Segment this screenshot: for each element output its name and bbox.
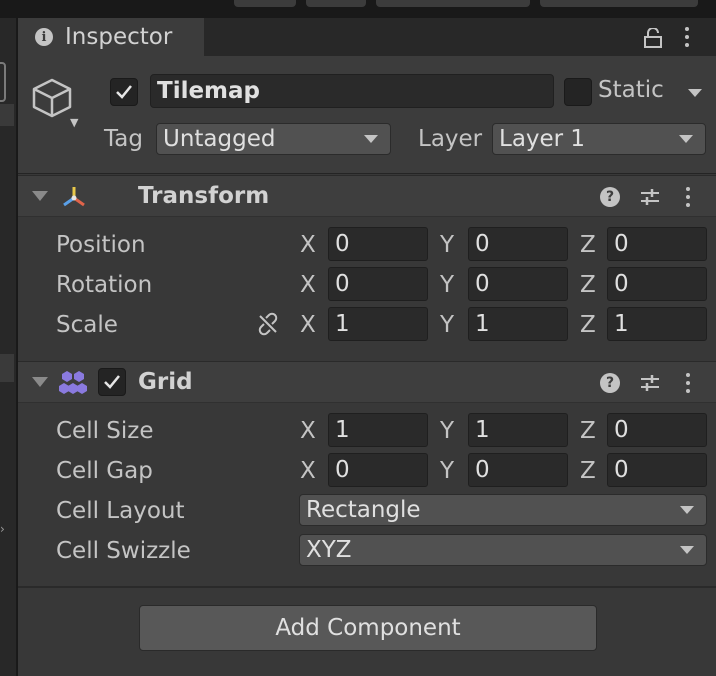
scale-y-field[interactable]: 1 [468,307,568,341]
cell-gap-y-field[interactable]: 0 [468,453,568,487]
axis-x-label: X [300,312,316,338]
axis-z-label: Z [580,418,596,444]
chevron-down-icon [680,546,694,554]
chevron-down-icon [679,135,693,143]
scale-z-field[interactable]: 1 [607,307,707,341]
tab-inspector-label: Inspector [65,24,173,50]
cell-gap-label: Cell Gap [56,458,153,484]
inspector-tab-bar: i Inspector [18,18,716,56]
cell-gap-z-field[interactable]: 0 [607,453,707,487]
chevron-down-icon [364,135,378,143]
axis-y-label: Y [440,272,455,298]
constrain-proportions-icon[interactable] [256,312,280,336]
left-panel-row[interactable] [0,104,14,126]
rotation-z-field[interactable]: 0 [607,267,707,301]
rotation-y-field[interactable]: 0 [468,267,568,301]
layer-dropdown[interactable]: Layer 1 [492,123,706,155]
foldout-arrow-icon[interactable] [32,377,48,387]
grid-title: Grid [138,369,193,395]
rotation-x-field[interactable]: 0 [328,267,428,301]
cell-size-z-field[interactable]: 0 [607,413,707,447]
lock-icon[interactable] [644,28,662,48]
position-label: Position [56,232,146,258]
axis-x-label: X [300,232,316,258]
active-checkbox[interactable] [110,78,138,106]
position-x-field[interactable]: 0 [328,227,428,261]
axis-z-label: Z [580,312,596,338]
cell-swizzle-label: Cell Swizzle [56,538,191,564]
toolbar-button[interactable] [234,0,296,7]
cell-size-y-field[interactable]: 1 [468,413,568,447]
cell-layout-dropdown[interactable]: Rectangle [299,494,707,526]
static-dropdown-caret[interactable] [688,89,702,97]
cell-layout-label: Cell Layout [56,498,185,524]
axis-z-label: Z [580,232,596,258]
axis-x-label: X [300,418,316,444]
scale-x-field[interactable]: 1 [328,307,428,341]
cube-icon[interactable] [30,76,74,120]
left-panel-row[interactable] [0,354,14,382]
axis-y-label: Y [440,232,455,258]
kebab-menu-icon[interactable] [685,27,689,47]
component-separator [18,586,716,588]
inspector-content: ▼ Tilemap Static Tag Untagged Layer Laye… [18,56,716,676]
gameobject-name-field[interactable]: Tilemap [150,74,554,108]
scale-label: Scale [56,312,118,338]
cell-gap-x-field[interactable]: 0 [328,453,428,487]
grid-header[interactable]: Grid ? [18,361,716,403]
transform-title: Transform [138,183,270,209]
foldout-arrow-icon[interactable] [32,191,48,201]
cell-size-x-field[interactable]: 1 [328,413,428,447]
kebab-menu-icon[interactable] [686,187,690,207]
cell-size-label: Cell Size [56,418,154,444]
cell-swizzle-dropdown[interactable]: XYZ [299,534,707,566]
toolbar-button[interactable] [376,0,530,7]
help-icon[interactable]: ? [600,373,620,393]
axis-z-label: Z [580,458,596,484]
tag-label: Tag [104,126,143,152]
cell-layout-value: Rectangle [306,497,421,523]
chevron-right-icon[interactable]: › [0,522,5,536]
checkmark-icon [116,85,132,99]
chevron-down-icon [680,506,694,514]
grid-enabled-checkbox[interactable] [98,368,126,396]
kebab-menu-icon[interactable] [686,373,690,393]
left-panel-field[interactable] [0,62,6,102]
transform-header[interactable]: Transform ? [18,175,716,217]
axis-y-label: Y [440,312,455,338]
window-top-strip [0,0,716,18]
info-icon: i [35,28,53,46]
toolbar-button[interactable] [540,0,698,7]
layer-value: Layer 1 [499,126,586,152]
grid-hexagon-icon [59,371,87,394]
tag-dropdown[interactable]: Untagged [156,123,391,155]
axis-y-label: Y [440,418,455,444]
rotation-label: Rotation [56,272,153,298]
axis-x-label: X [300,458,316,484]
cell-swizzle-value: XYZ [306,537,352,563]
position-z-field[interactable]: 0 [607,227,707,261]
static-label: Static [598,77,664,103]
axis-x-label: X [300,272,316,298]
left-panel: › [0,18,17,676]
icon-dropdown-caret[interactable]: ▼ [70,116,78,129]
static-checkbox[interactable] [564,78,592,106]
tag-value: Untagged [163,126,276,152]
transform-axes-icon [63,187,85,207]
axis-z-label: Z [580,272,596,298]
position-y-field[interactable]: 0 [468,227,568,261]
add-component-label: Add Component [275,615,461,641]
presets-icon[interactable] [639,187,661,207]
help-icon[interactable]: ? [600,187,620,207]
axis-y-label: Y [440,458,455,484]
toolbar-button[interactable] [306,0,366,7]
add-component-button[interactable]: Add Component [139,605,597,651]
tab-inspector[interactable]: i Inspector [18,18,204,56]
layer-label: Layer [418,126,483,152]
gameobject-header: ▼ Tilemap Static Tag Untagged Layer Laye… [18,56,716,174]
checkmark-icon [104,375,120,389]
presets-icon[interactable] [639,373,661,393]
